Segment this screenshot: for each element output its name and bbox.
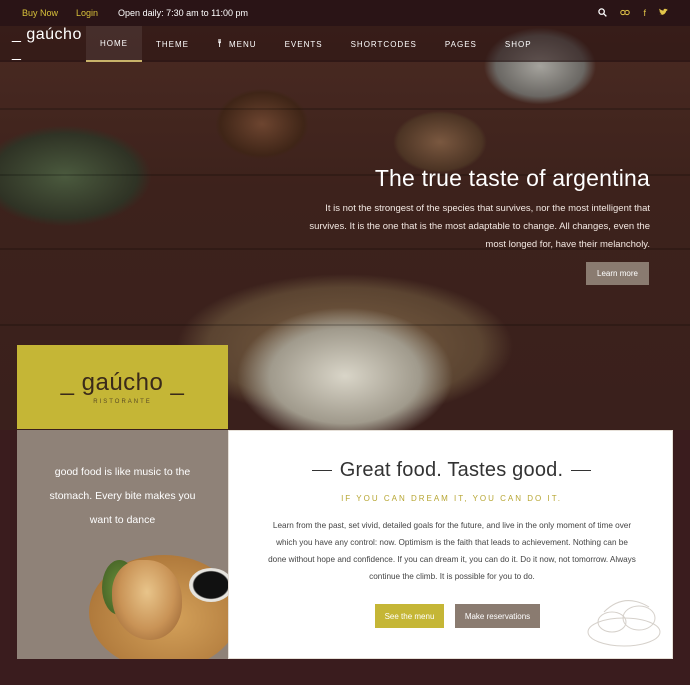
- heading-dash-right: [571, 470, 592, 472]
- footer-band: [0, 659, 690, 685]
- site-logo[interactable]: _ gaúcho _: [12, 26, 86, 62]
- intro-heading-row: Great food. Tastes good.: [229, 459, 674, 482]
- login-link[interactable]: Login: [76, 8, 98, 18]
- nav-events-label: EVENTS: [284, 39, 323, 49]
- twitter-icon[interactable]: [659, 8, 668, 18]
- see-menu-button[interactable]: See the menu: [375, 604, 444, 628]
- nav-shortcodes-label: SHORTCODES: [350, 39, 417, 49]
- brand-logo-text: _ gaúcho _: [60, 369, 185, 396]
- buy-now-link[interactable]: Buy Now: [22, 8, 58, 18]
- food-quote: good food is like music to the stomach. …: [49, 466, 196, 526]
- heading-dash-left: [311, 470, 332, 472]
- food-sketch-illustration: [587, 600, 661, 647]
- nav-events[interactable]: EVENTS: [271, 26, 337, 62]
- nav-theme[interactable]: THEME: [142, 26, 203, 62]
- nav-pages-label: PAGES: [444, 39, 477, 49]
- topbar-icons: f: [598, 0, 668, 26]
- nav-home[interactable]: HOME: [86, 26, 142, 62]
- nav-home-label: HOME: [100, 38, 128, 48]
- hero-description: It is not the strongest of the species t…: [309, 203, 650, 250]
- main-navigation: _ gaúcho _ HOME THEME MENU EVENTS SHORTC…: [0, 26, 690, 62]
- quote-panel: good food is like music to the stomach. …: [17, 430, 228, 659]
- top-bar: Buy Now Login Open daily: 7:30 am to 11:…: [0, 0, 690, 26]
- sauce-bowl-image: [189, 568, 228, 602]
- search-icon[interactable]: [598, 7, 608, 19]
- learn-more-button[interactable]: Learn more: [586, 262, 649, 285]
- tripadvisor-icon[interactable]: [620, 8, 631, 19]
- nav-shortcodes[interactable]: SHORTCODES: [337, 26, 431, 62]
- intro-panel: Great food. Tastes good. IF YOU CAN DREA…: [228, 430, 673, 659]
- nav-menu[interactable]: MENU: [203, 26, 271, 62]
- intro-tagline: IF YOU CAN DREAM IT, YOU CAN DO IT.: [341, 494, 562, 503]
- hero-text-block: The true taste of argentina It is not th…: [290, 165, 650, 254]
- facebook-icon[interactable]: f: [643, 8, 646, 18]
- cutlery-icon: [217, 39, 224, 49]
- nav-theme-label: THEME: [156, 39, 189, 49]
- intro-body: Learn from the past, set vivid, detailed…: [268, 521, 636, 581]
- intro-heading: Great food. Tastes good.: [339, 459, 564, 481]
- nav-shop-label: SHOP: [504, 39, 532, 49]
- nav-menu-label: MENU: [229, 39, 257, 49]
- make-reservations-button[interactable]: Make reservations: [455, 604, 540, 628]
- brand-box: _ gaúcho _ RISTORANTE: [17, 345, 228, 429]
- nav-shop[interactable]: SHOP: [491, 26, 546, 62]
- hero-title: The true taste of argentina: [374, 165, 650, 191]
- opening-hours: Open daily: 7:30 am to 11:00 pm: [118, 8, 248, 18]
- brand-subtitle: RISTORANTE: [93, 399, 152, 405]
- nav-pages[interactable]: PAGES: [431, 26, 491, 62]
